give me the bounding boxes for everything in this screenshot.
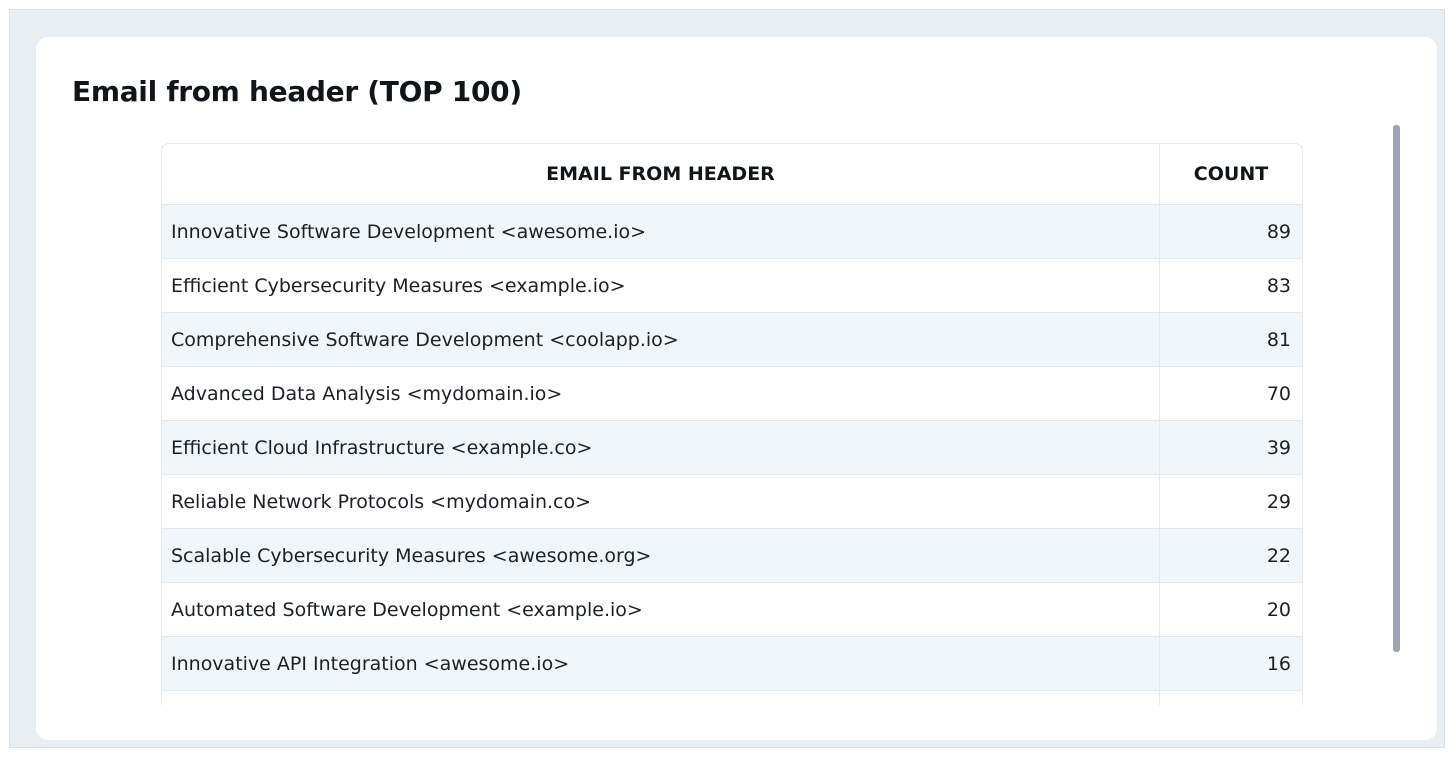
count-cell: 89 xyxy=(1160,205,1302,259)
email-cell: Automated Software Development <example.… xyxy=(162,583,1160,637)
column-header-count[interactable]: COUNT xyxy=(1160,144,1302,205)
email-cell: Efficient Cloud Infrastructure <example.… xyxy=(162,421,1160,475)
email-cell xyxy=(162,691,1160,705)
table-row: Innovative Software Development <awesome… xyxy=(162,205,1302,259)
table-scroll-area[interactable]: EMAIL FROM HEADER COUNT Innovative Softw… xyxy=(161,143,1305,705)
count-cell: 20 xyxy=(1160,583,1302,637)
email-cell: Efficient Cybersecurity Measures <exampl… xyxy=(162,259,1160,313)
count-cell: 81 xyxy=(1160,313,1302,367)
count-cell: 70 xyxy=(1160,367,1302,421)
table-row: Innovative API Integration <awesome.io> … xyxy=(162,637,1302,691)
email-cell: Scalable Cybersecurity Measures <awesome… xyxy=(162,529,1160,583)
table-row: Automated Software Development <example.… xyxy=(162,583,1302,637)
count-cell: 16 xyxy=(1160,637,1302,691)
scrollbar-thumb[interactable] xyxy=(1393,125,1400,652)
email-from-header-table: EMAIL FROM HEADER COUNT Innovative Softw… xyxy=(161,143,1303,705)
count-cell: 83 xyxy=(1160,259,1302,313)
column-header-email[interactable]: EMAIL FROM HEADER xyxy=(162,144,1160,205)
table-row-partial xyxy=(162,691,1302,705)
widget-frame: Email from header (TOP 100) EMAIL FROM H… xyxy=(9,9,1445,748)
email-cell: Innovative API Integration <awesome.io> xyxy=(162,637,1160,691)
count-cell: 29 xyxy=(1160,475,1302,529)
email-cell: Innovative Software Development <awesome… xyxy=(162,205,1160,259)
email-cell: Advanced Data Analysis <mydomain.io> xyxy=(162,367,1160,421)
table-header-row: EMAIL FROM HEADER COUNT xyxy=(162,144,1302,205)
panel-title: Email from header (TOP 100) xyxy=(72,75,522,108)
count-cell xyxy=(1160,691,1302,705)
table-row: Reliable Network Protocols <mydomain.co>… xyxy=(162,475,1302,529)
email-cell: Comprehensive Software Development <cool… xyxy=(162,313,1160,367)
table-row: Efficient Cloud Infrastructure <example.… xyxy=(162,421,1302,475)
count-cell: 22 xyxy=(1160,529,1302,583)
table-row: Advanced Data Analysis <mydomain.io> 70 xyxy=(162,367,1302,421)
vertical-scrollbar[interactable] xyxy=(1393,125,1400,652)
email-header-panel: Email from header (TOP 100) EMAIL FROM H… xyxy=(36,37,1437,740)
table-row: Efficient Cybersecurity Measures <exampl… xyxy=(162,259,1302,313)
table-row: Comprehensive Software Development <cool… xyxy=(162,313,1302,367)
email-cell: Reliable Network Protocols <mydomain.co> xyxy=(162,475,1160,529)
table-row: Scalable Cybersecurity Measures <awesome… xyxy=(162,529,1302,583)
count-cell: 39 xyxy=(1160,421,1302,475)
